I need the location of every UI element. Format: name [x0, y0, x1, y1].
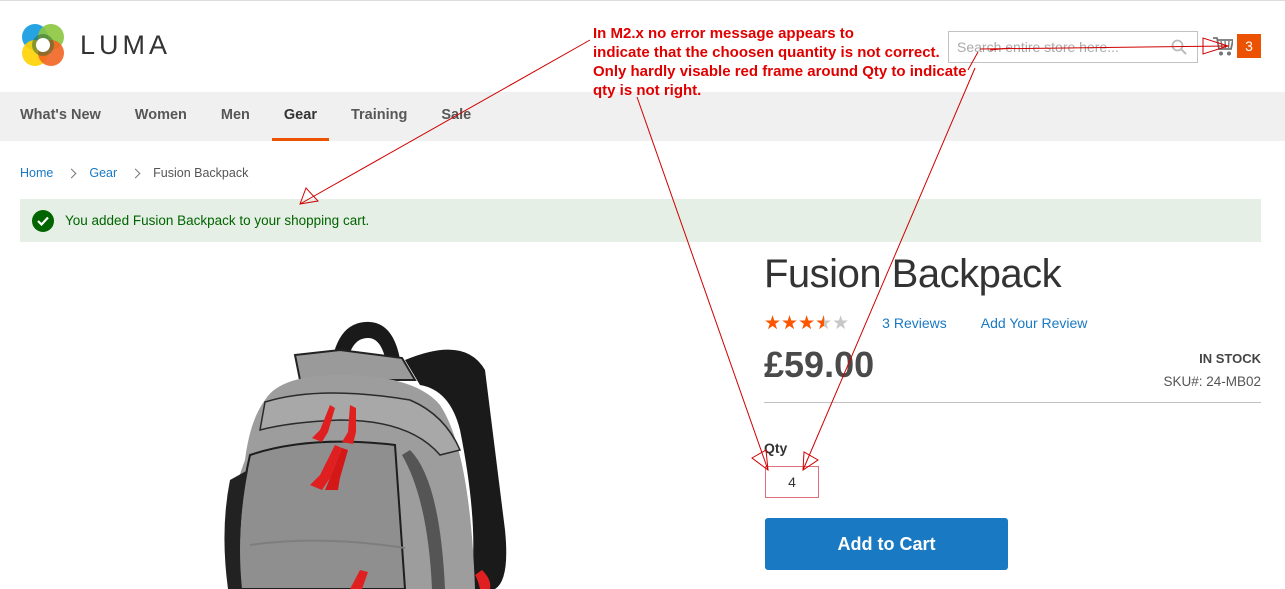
search-box[interactable] — [948, 31, 1198, 63]
chevron-right-icon — [66, 168, 77, 178]
product-price: £59.00 — [764, 344, 875, 385]
luma-logo-icon — [22, 24, 64, 66]
qty-label: Qty — [764, 440, 788, 456]
rating-stars: ★★★★★ ★★★★★ — [764, 313, 849, 333]
annotation-text: In M2.x no error message appears to indi… — [593, 25, 967, 99]
nav-item-training[interactable]: Training — [351, 92, 407, 141]
product-title: Fusion Backpack — [764, 252, 1062, 296]
success-message-text: You added Fusion Backpack to your shoppi… — [65, 213, 370, 228]
add-to-cart-button[interactable]: Add to Cart — [765, 518, 1008, 570]
breadcrumb-current: Fusion Backpack — [153, 166, 249, 180]
add-your-review-link[interactable]: Add Your Review — [981, 315, 1088, 331]
divider — [764, 402, 1261, 403]
breadcrumb-gear[interactable]: Gear — [89, 166, 117, 180]
nav-item-whats-new[interactable]: What's New — [20, 92, 101, 141]
success-message: You added Fusion Backpack to your shoppi… — [20, 199, 1261, 242]
nav-item-women[interactable]: Women — [135, 92, 187, 141]
product-sku: SKU#: 24-MB02 — [1163, 374, 1261, 389]
logo-text: LUMA — [80, 29, 172, 60]
breadcrumb: Home Gear Fusion Backpack — [20, 166, 248, 180]
breadcrumb-home[interactable]: Home — [20, 166, 53, 180]
luma-logo[interactable]: LUMA — [20, 22, 171, 68]
nav-item-gear[interactable]: Gear — [271, 92, 330, 141]
star-icons-filled: ★★★★★ — [764, 313, 824, 333]
product-rating: ★★★★★ ★★★★★ 3 Reviews Add Your Review — [764, 313, 1087, 333]
nav-item-sale[interactable]: Sale — [441, 92, 471, 141]
shopping-cart-icon[interactable] — [1213, 35, 1233, 57]
annotation-arrow-qty-left — [636, 96, 769, 471]
cart-count-badge[interactable]: 3 — [1237, 34, 1261, 58]
search-input[interactable] — [949, 32, 1159, 62]
chevron-right-icon — [130, 168, 141, 178]
stock-status: IN STOCK — [1199, 351, 1261, 366]
search-icon[interactable] — [1171, 39, 1187, 55]
reviews-link[interactable]: 3 Reviews — [882, 315, 947, 331]
top-border — [0, 0, 1285, 1]
nav-item-men[interactable]: Men — [221, 92, 250, 141]
product-image[interactable] — [170, 280, 600, 589]
qty-input[interactable] — [765, 466, 819, 498]
backpack-image — [224, 321, 507, 589]
check-circle-icon — [32, 209, 54, 232]
